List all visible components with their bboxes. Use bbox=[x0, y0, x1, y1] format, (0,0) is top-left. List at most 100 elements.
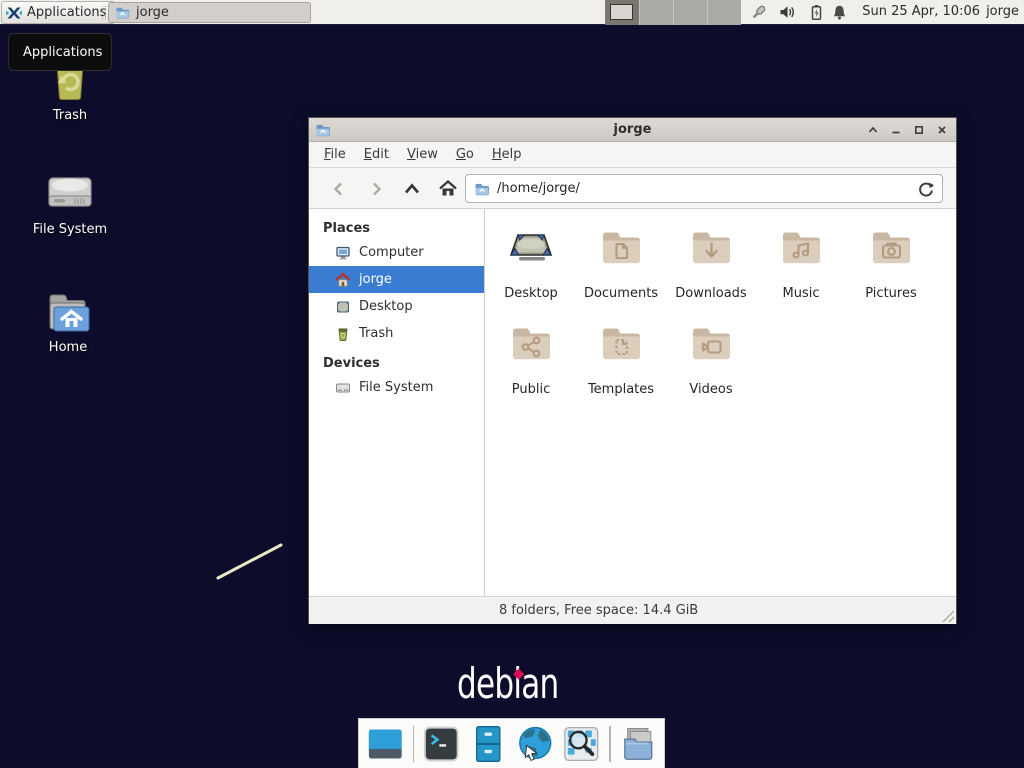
public-folder-icon bbox=[507, 319, 555, 367]
pictures-folder-icon bbox=[867, 223, 915, 271]
forward-button[interactable] bbox=[362, 175, 390, 203]
file-label: Downloads bbox=[675, 286, 746, 301]
home-button[interactable] bbox=[434, 175, 462, 203]
desktop-surface-icon bbox=[507, 223, 555, 271]
show-desktop-button[interactable] bbox=[366, 724, 405, 764]
tooltip-text: Applications bbox=[23, 45, 102, 60]
window-title: jorge bbox=[309, 122, 956, 137]
file-item-pictures[interactable]: Pictures bbox=[846, 219, 936, 315]
file-cabinet-button[interactable] bbox=[469, 724, 508, 764]
titlebar[interactable]: jorge bbox=[309, 118, 956, 142]
drawn-line-artifact bbox=[210, 538, 290, 584]
workspace-4[interactable] bbox=[707, 0, 741, 25]
sidebar-item-label: Computer bbox=[359, 245, 424, 260]
file-view: Desktop Documents bbox=[485, 209, 956, 596]
desktop-icon-label: Trash bbox=[53, 108, 87, 123]
shade-button[interactable] bbox=[867, 124, 879, 136]
app-finder-button[interactable] bbox=[562, 724, 601, 764]
workspace-3[interactable] bbox=[673, 0, 707, 25]
panel-clock[interactable]: Sun 25 Apr, 10:06 bbox=[862, 4, 980, 19]
file-label: Templates bbox=[588, 382, 654, 397]
menubar: File Edit View Go Help bbox=[309, 142, 956, 168]
menu-file[interactable]: File bbox=[315, 144, 355, 165]
menu-go[interactable]: Go bbox=[447, 144, 483, 165]
menu-help[interactable]: Help bbox=[483, 144, 531, 165]
directory-menu-button[interactable] bbox=[619, 724, 658, 764]
sidebar-item-label: Desktop bbox=[359, 299, 413, 314]
bell-tray-icon[interactable] bbox=[831, 4, 848, 21]
music-folder-icon bbox=[777, 223, 825, 271]
file-label: Documents bbox=[584, 286, 658, 301]
file-item-videos[interactable]: Videos bbox=[666, 315, 756, 411]
desktop-icon-file-system[interactable]: File System bbox=[20, 170, 120, 237]
trash-icon bbox=[335, 326, 351, 342]
file-manager-window: jorge File Edit View Go Help bbox=[308, 117, 957, 624]
terminal-button[interactable] bbox=[422, 724, 461, 764]
desktop: Trash File System Home Applications bbox=[0, 0, 1024, 768]
back-button[interactable] bbox=[325, 175, 353, 203]
sidebar-item-jorge[interactable]: jorge bbox=[309, 266, 484, 293]
reload-icon[interactable] bbox=[918, 181, 934, 197]
file-item-music[interactable]: Music bbox=[756, 219, 846, 315]
web-browser-button[interactable] bbox=[516, 724, 555, 764]
home-icon bbox=[335, 272, 351, 288]
file-label: Videos bbox=[689, 382, 732, 397]
templates-folder-icon bbox=[597, 319, 645, 367]
applications-menu-button[interactable]: Applications bbox=[1, 1, 115, 24]
xfce-menu-icon bbox=[6, 5, 22, 21]
battery-tray-icon[interactable] bbox=[808, 4, 825, 21]
resize-grip[interactable] bbox=[942, 610, 954, 622]
location-text[interactable]: /home/jorge/ bbox=[497, 181, 911, 196]
file-item-documents[interactable]: Documents bbox=[576, 219, 666, 315]
workspace-window-preview bbox=[610, 4, 633, 20]
toolbar: /home/jorge/ bbox=[309, 168, 956, 209]
file-item-templates[interactable]: Templates bbox=[576, 315, 666, 411]
file-label: Public bbox=[512, 382, 550, 397]
applications-menu-label: Applications bbox=[27, 5, 106, 20]
hard-drive-icon bbox=[45, 170, 95, 216]
taskbar-window-button[interactable]: jorge bbox=[108, 2, 311, 23]
volume-tray-icon[interactable] bbox=[779, 4, 796, 21]
statusbar: 8 folders, Free space: 14.4 GiB bbox=[309, 596, 956, 624]
minimize-button[interactable] bbox=[890, 124, 902, 136]
file-item-downloads[interactable]: Downloads bbox=[666, 219, 756, 315]
menu-edit[interactable]: Edit bbox=[355, 144, 398, 165]
documents-folder-icon bbox=[597, 223, 645, 271]
sidebar-item-computer[interactable]: Computer bbox=[309, 239, 484, 266]
computer-icon bbox=[335, 245, 351, 261]
sidebar-item-label: File System bbox=[359, 380, 433, 395]
file-label: Pictures bbox=[865, 286, 916, 301]
window-folder-icon bbox=[315, 122, 331, 138]
sidebar-item-desktop[interactable]: Desktop bbox=[309, 293, 484, 320]
workspace-switcher bbox=[605, 0, 741, 25]
chevron-left-icon bbox=[330, 180, 348, 198]
desktop-icon bbox=[335, 299, 351, 315]
sidebar-item-file-system[interactable]: File System bbox=[309, 374, 484, 401]
home-folder-icon bbox=[44, 290, 92, 334]
file-label: Music bbox=[783, 286, 820, 301]
maximize-button[interactable] bbox=[913, 124, 925, 136]
up-button[interactable] bbox=[398, 175, 426, 203]
workspace-1[interactable] bbox=[605, 0, 639, 25]
path-folder-icon bbox=[474, 181, 490, 197]
pen-tool-tray-icon[interactable] bbox=[750, 4, 767, 21]
desktop-icon-home[interactable]: Home bbox=[18, 290, 118, 355]
top-panel: Applications jorge bbox=[0, 0, 1024, 25]
panel-handle[interactable] bbox=[102, 6, 106, 19]
sidebar-item-trash[interactable]: Trash bbox=[309, 320, 484, 347]
applications-tooltip: Applications bbox=[8, 33, 112, 71]
menu-view[interactable]: View bbox=[398, 144, 447, 165]
dock-separator bbox=[413, 726, 415, 762]
panel-user-label[interactable]: jorge bbox=[986, 4, 1019, 19]
devices-header: Devices bbox=[309, 352, 484, 374]
chevron-right-icon bbox=[367, 180, 385, 198]
file-item-desktop[interactable]: Desktop bbox=[486, 219, 576, 315]
file-item-public[interactable]: Public bbox=[486, 315, 576, 411]
taskbar-window-label: jorge bbox=[136, 5, 169, 20]
sidebar-item-label: jorge bbox=[359, 272, 392, 287]
workspace-2[interactable] bbox=[639, 0, 673, 25]
location-bar[interactable]: /home/jorge/ bbox=[465, 174, 943, 203]
debian-logo: debian bbox=[457, 663, 594, 707]
close-button[interactable] bbox=[936, 124, 948, 136]
places-header: Places bbox=[309, 217, 484, 239]
